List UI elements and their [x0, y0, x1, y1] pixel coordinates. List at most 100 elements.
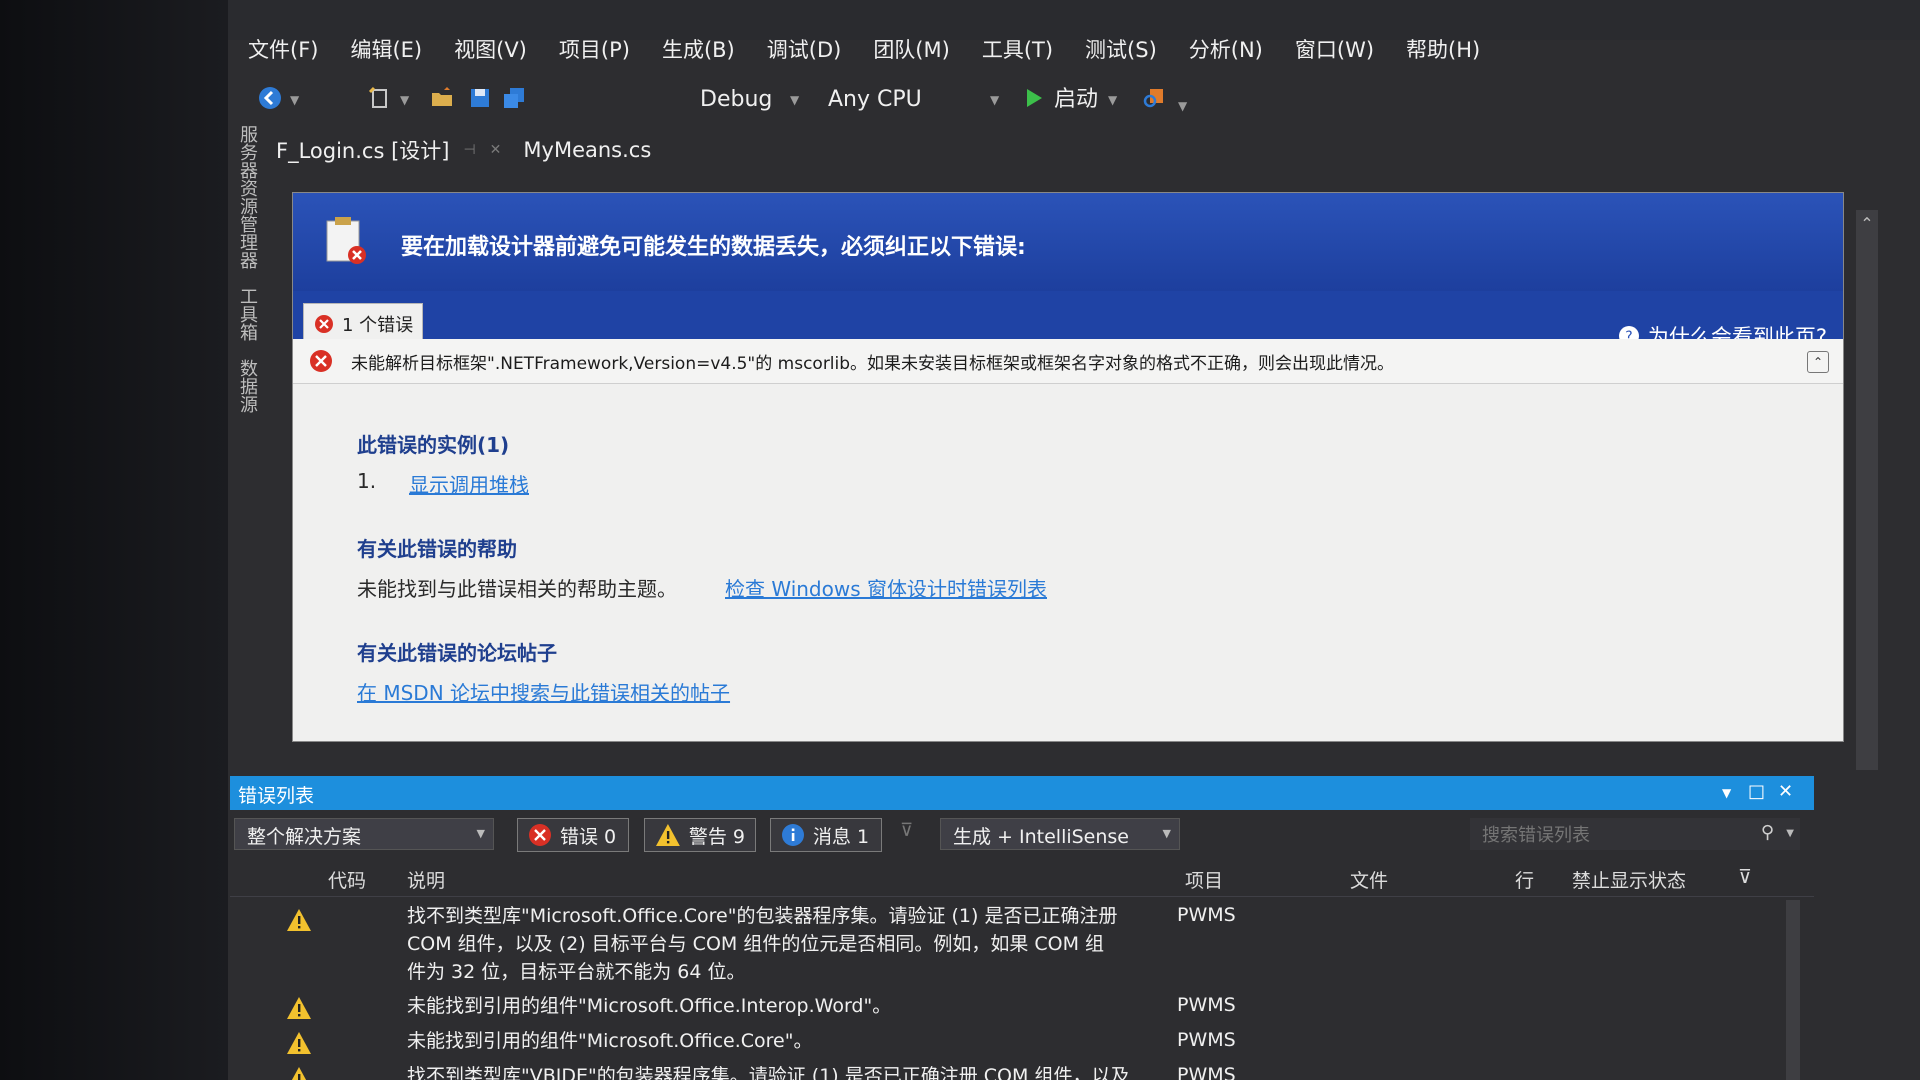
table-row[interactable]: 未能找到引用的组件"Microsoft.Office.Interop.Word"… [230, 992, 1800, 1026]
menu-team[interactable]: 团队(M) [857, 30, 966, 70]
warning-icon [287, 1032, 311, 1054]
warning-icon [287, 997, 311, 1019]
column-description[interactable]: 说明 [407, 866, 445, 893]
side-tab-data-sources[interactable]: 数据源 [234, 359, 260, 413]
new-dropdown-icon[interactable]: ▼ [400, 78, 409, 122]
new-project-icon[interactable] [368, 86, 392, 110]
error-icon [315, 314, 333, 333]
error-count-tab[interactable]: 1 个错误 [303, 303, 423, 343]
start-play-icon[interactable] [1022, 86, 1046, 110]
error-banner: 要在加载设计器前避免可能发生的数据丢失，必须纠正以下错误: [293, 193, 1843, 291]
screen-bezel [0, 0, 228, 1080]
error-message-row: 未能解析目标框架".NETFramework,Version=v4.5"的 ms… [293, 339, 1843, 384]
messages-filter-label: 消息 1 [813, 825, 870, 848]
forum-title: 有关此错误的论坛帖子 [357, 641, 557, 665]
row-description: 找不到类型库"VBIDE"的包装器程序集。请验证 (1) 是否已正确注册 COM… [407, 1065, 1130, 1080]
menu-window[interactable]: 窗口(W) [1279, 30, 1390, 70]
scope-dropdown-value: 整个解决方案 [247, 826, 362, 848]
menu-build[interactable]: 生成(B) [646, 30, 751, 70]
tab-mymeans-cs[interactable]: MyMeans.cs [523, 138, 651, 162]
instance-index: 1. [357, 469, 377, 493]
toolbar-overflow-icon[interactable]: ▼ [1178, 84, 1187, 128]
row-project: PWMS [1177, 994, 1236, 1016]
chevron-down-icon[interactable]: ▼ [1786, 828, 1794, 839]
msdn-forum-link[interactable]: 在 MSDN 论坛中搜索与此错误相关的帖子 [357, 677, 730, 706]
menu-test[interactable]: 测试(S) [1069, 30, 1173, 70]
messages-filter-button[interactable]: 消息 1 [770, 818, 882, 852]
save-all-icon[interactable] [502, 86, 526, 110]
error-list-scrollbar[interactable] [1786, 900, 1800, 1080]
search-box: ⚲ ▼ [1470, 818, 1800, 850]
error-count-label: 1 个错误 [342, 314, 414, 336]
search-input[interactable] [1480, 820, 1744, 850]
menu-help[interactable]: 帮助(H) [1390, 30, 1496, 70]
source-dropdown-value: 生成 + IntelliSense [953, 826, 1130, 848]
error-list-filters: 整个解决方案 ▼ 错误 0 警告 9 消息 1 ⊽ 生成 + IntelliSe… [230, 810, 1814, 856]
instances-title: 此错误的实例(1) [357, 433, 510, 457]
warnings-filter-button[interactable]: 警告 9 [644, 818, 756, 852]
close-icon[interactable]: ✕ [1778, 781, 1793, 802]
warning-icon [287, 909, 311, 931]
maximize-icon[interactable]: □ [1748, 781, 1765, 802]
error-tab-bar [293, 291, 1843, 339]
configuration-dropdown[interactable]: Debug [700, 78, 772, 122]
tab-f-login-design[interactable]: F_Login.cs [设计] [276, 135, 449, 165]
row-description: 找不到类型库"Microsoft.Office.Core"的包装器程序集。请验证… [407, 905, 1118, 983]
column-code[interactable]: 代码 [328, 866, 366, 893]
platform-caret-icon[interactable]: ▼ [990, 78, 999, 122]
back-dropdown-icon[interactable]: ▼ [290, 78, 299, 122]
filter-toggle-icon[interactable]: ⊽ [900, 820, 913, 841]
source-dropdown[interactable]: 生成 + IntelliSense ▼ [940, 818, 1180, 850]
menu-analyze[interactable]: 分析(N) [1173, 30, 1279, 70]
menu-tools[interactable]: 工具(T) [966, 30, 1069, 70]
row-project: PWMS [1177, 904, 1236, 926]
row-project: PWMS [1177, 1064, 1236, 1080]
start-caret-icon[interactable]: ▼ [1108, 78, 1117, 122]
error-message: 未能解析目标框架".NETFramework,Version=v4.5"的 ms… [351, 354, 1395, 374]
column-suppression-state[interactable]: 禁止显示状态 [1572, 866, 1686, 893]
errors-filter-button[interactable]: 错误 0 [517, 818, 629, 852]
table-row[interactable]: 找不到类型库"VBIDE"的包装器程序集。请验证 (1) 是否已正确注册 COM… [230, 1062, 1800, 1080]
table-row[interactable]: 找不到类型库"Microsoft.Office.Core"的包装器程序集。请验证… [230, 900, 1800, 992]
designer-scrollbar[interactable]: ⌃ [1856, 210, 1878, 770]
row-project: PWMS [1177, 1029, 1236, 1051]
open-folder-icon[interactable] [430, 86, 454, 110]
column-line[interactable]: 行 [1515, 866, 1534, 893]
configuration-caret-icon[interactable]: ▼ [790, 78, 799, 122]
warning-icon [291, 1067, 307, 1080]
menu-debug[interactable]: 调试(D) [751, 30, 858, 70]
help-title: 有关此错误的帮助 [357, 537, 517, 561]
menu-bar: 文件(F) 编辑(E) 视图(V) 项目(P) 生成(B) 调试(D) 团队(M… [232, 30, 1496, 70]
filter-funnel-icon[interactable]: ⊽ [1738, 866, 1752, 888]
toolbar: ▼ ▼ Debug ▼ Any CPU ▼ 启动 ▼ ▼ [250, 78, 1650, 122]
menu-file[interactable]: 文件(F) [232, 30, 334, 70]
show-call-stack-link[interactable]: 显示调用堆栈 [409, 469, 529, 498]
find-in-files-icon[interactable] [1142, 86, 1166, 110]
scroll-up-icon[interactable]: ⌃ [1856, 214, 1878, 233]
help-text: 未能找到与此错误相关的帮助主题。 [357, 577, 677, 601]
platform-dropdown[interactable]: Any CPU [828, 78, 922, 122]
collapse-chevron-icon[interactable]: ⌃ [1807, 351, 1829, 373]
menu-project[interactable]: 项目(P) [543, 30, 646, 70]
error-list-window: 错误列表 ▼ □ ✕ 整个解决方案 ▼ 错误 0 警告 9 消息 1 ⊽ 生成 … [230, 776, 1814, 1080]
save-icon[interactable] [468, 86, 492, 110]
designer-error-panel: 要在加载设计器前避免可能发生的数据丢失，必须纠正以下错误: 1 个错误 ? 为什… [292, 192, 1844, 742]
side-tool-tabs: 服务器资源管理器 工具箱 数据源 [234, 125, 264, 485]
side-tab-server-explorer[interactable]: 服务器资源管理器 [234, 125, 260, 269]
menu-view[interactable]: 视图(V) [438, 30, 543, 70]
start-button[interactable]: 启动 [1054, 78, 1098, 122]
column-project[interactable]: 项目 [1185, 866, 1223, 893]
close-tab-icon[interactable]: ✕ [490, 142, 502, 158]
search-icon[interactable]: ⚲ [1761, 822, 1774, 843]
error-list-title-bar: 错误列表 ▼ □ ✕ [230, 776, 1814, 810]
back-navigation-icon[interactable] [258, 86, 282, 110]
table-row[interactable]: 未能找到引用的组件"Microsoft.Office.Core"。 PWMS [230, 1027, 1800, 1061]
error-icon [529, 824, 551, 846]
design-time-errors-link[interactable]: 检查 Windows 窗体设计时错误列表 [725, 573, 1047, 602]
side-tab-toolbox[interactable]: 工具箱 [234, 287, 260, 341]
scope-dropdown[interactable]: 整个解决方案 ▼ [234, 818, 494, 850]
window-menu-icon[interactable]: ▼ [1722, 786, 1731, 800]
menu-edit[interactable]: 编辑(E) [334, 30, 438, 70]
pin-icon[interactable]: ⊣ [463, 142, 475, 158]
column-file[interactable]: 文件 [1350, 866, 1388, 893]
